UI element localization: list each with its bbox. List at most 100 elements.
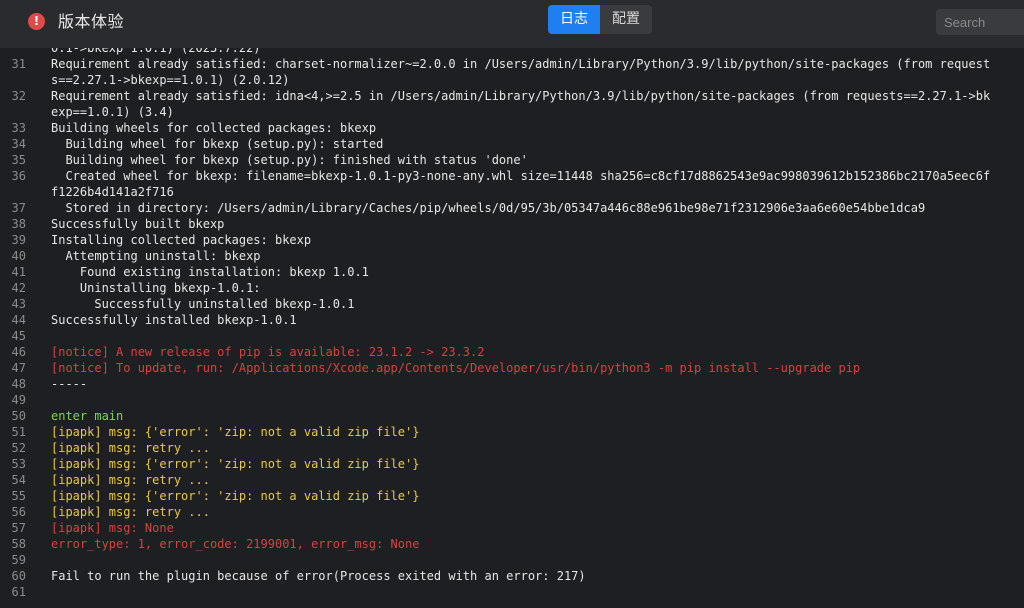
log-text: Building wheels for collected packages: … <box>51 121 377 135</box>
tab-config[interactable]: 配置 <box>600 5 652 34</box>
log-line: 35 Building wheel for bkexp (setup.py): … <box>0 152 1024 168</box>
line-number: 31 <box>11 57 26 71</box>
log-text: ----- <box>51 377 88 391</box>
log-line: 53 [ipapk] msg: {'error': 'zip: not a val… <box>0 456 1024 472</box>
line-number: 43 <box>11 297 26 311</box>
log-text: [ipapk] msg: retry ... <box>51 441 210 455</box>
log-line: 40 Attempting uninstall: bkexp <box>0 248 1024 264</box>
log-text: [ipapk] msg: {'error': 'zip: not a valid… <box>51 489 420 503</box>
log-line: 55 [ipapk] msg: {'error': 'zip: not a val… <box>0 488 1024 504</box>
log-text: Found existing installation: bkexp 1.0.1 <box>51 265 369 279</box>
line-number: 57 <box>11 521 26 535</box>
log-text: Requirement already satisfied: charset-n… <box>51 57 991 87</box>
log-text: Requirement already satisfied: idna<4,>=… <box>51 89 991 119</box>
log-text: Building wheel for bkexp (setup.py): fin… <box>51 153 528 167</box>
log-line: 45 <box>0 328 1024 344</box>
line-number: 58 <box>11 537 26 551</box>
tab-log[interactable]: 日志 <box>548 5 600 34</box>
title-bar: ! 版本体验 日志 配置 <box>0 0 1024 48</box>
log-text: [ipapk] msg: None <box>51 521 174 535</box>
log-text: [notice] A new release of pip is availab… <box>51 345 485 359</box>
log-text: 0.1->bkexp 1.0.1) (2023.7.22) <box>51 48 261 55</box>
line-number: 36 <box>11 169 26 183</box>
log-line: 48 ----- <box>0 376 1024 392</box>
log-line: 58 error_type: 1, error_code: 2199001, er… <box>0 536 1024 552</box>
log-text: Building wheel for bkexp (setup.py): sta… <box>51 137 384 151</box>
log-line: 51 [ipapk] msg: {'error': 'zip: not a val… <box>0 424 1024 440</box>
line-number: 59 <box>11 553 26 567</box>
log-text: [ipapk] msg: {'error': 'zip: not a valid… <box>51 425 420 439</box>
line-number: 35 <box>11 153 26 167</box>
log-line: 54 [ipapk] msg: retry ... <box>0 472 1024 488</box>
log-line: 41 Found existing installation: bkexp 1.… <box>0 264 1024 280</box>
log-line: 43 Successfully uninstalled bkexp-1.0.1 <box>0 296 1024 312</box>
line-number: 40 <box>11 249 26 263</box>
log-line: 47 [notice] To update, run: /Applications… <box>0 360 1024 376</box>
log-lines: 0.1->bkexp 1.0.1) (2023.7.22) 31 Requireme… <box>0 48 1024 600</box>
log-line: 39 Installing collected packages: bkexp <box>0 232 1024 248</box>
line-number: 37 <box>11 201 26 215</box>
log-line: 42 Uninstalling bkexp-1.0.1: <box>0 280 1024 296</box>
line-number: 55 <box>11 489 26 503</box>
line-number: 50 <box>11 409 26 423</box>
line-number: 60 <box>11 569 26 583</box>
line-number: 34 <box>11 137 26 151</box>
line-number: 51 <box>11 425 26 439</box>
log-line: 33 Building wheels for collected packages… <box>0 120 1024 136</box>
log-text: Stored in directory: /Users/admin/Librar… <box>51 201 926 215</box>
log-line: 50 enter main <box>0 408 1024 424</box>
line-number: 33 <box>11 121 26 135</box>
log-text: Successfully built bkexp <box>51 217 225 231</box>
log-line: 52 [ipapk] msg: retry ... <box>0 440 1024 456</box>
search-input[interactable] <box>936 9 1024 35</box>
log-line: 32 Requirement already satisfied: idna<4,… <box>0 88 1024 120</box>
line-number: 47 <box>11 361 26 375</box>
log-line: 34 Building wheel for bkexp (setup.py): … <box>0 136 1024 152</box>
log-line: 37 Stored in directory: /Users/admin/Lib… <box>0 200 1024 216</box>
line-number: 54 <box>11 473 26 487</box>
log-text: enter main <box>51 409 124 423</box>
line-number: 56 <box>11 505 26 519</box>
line-number: 44 <box>11 313 26 327</box>
log-text: Installing collected packages: bkexp <box>51 233 312 247</box>
line-number <box>0 48 26 56</box>
log-line: 60 Fail to run the plugin because of erro… <box>0 568 1024 584</box>
app-title: 版本体验 <box>58 12 125 31</box>
line-number: 48 <box>11 377 26 391</box>
log-text: [ipapk] msg: retry ... <box>51 505 210 519</box>
line-number: 53 <box>11 457 26 471</box>
log-text: Successfully installed bkexp-1.0.1 <box>51 313 297 327</box>
log-panel[interactable]: 0.1->bkexp 1.0.1) (2023.7.22) 31 Requireme… <box>0 48 1024 608</box>
log-line: 31 Requirement already satisfied: charset… <box>0 56 1024 88</box>
line-number: 52 <box>11 441 26 455</box>
exclamation-circle-icon: ! <box>28 13 45 30</box>
log-text: Fail to run the plugin because of error(… <box>51 569 586 583</box>
line-number: 49 <box>11 393 26 407</box>
line-number: 39 <box>11 233 26 247</box>
log-text: [notice] To update, run: /Applications/X… <box>51 361 861 375</box>
log-line: 61 <box>0 584 1024 600</box>
log-line: 59 <box>0 552 1024 568</box>
line-number: 46 <box>11 345 26 359</box>
line-number: 38 <box>11 217 26 231</box>
log-line: 56 [ipapk] msg: retry ... <box>0 504 1024 520</box>
log-text: Attempting uninstall: bkexp <box>51 249 261 263</box>
log-line: 49 <box>0 392 1024 408</box>
line-number: 42 <box>11 281 26 295</box>
line-number: 61 <box>11 585 26 599</box>
log-line: 38 Successfully built bkexp <box>0 216 1024 232</box>
line-number: 41 <box>11 265 26 279</box>
log-text: [ipapk] msg: retry ... <box>51 473 210 487</box>
log-text: Uninstalling bkexp-1.0.1: <box>51 281 261 295</box>
log-text: [ipapk] msg: {'error': 'zip: not a valid… <box>51 457 420 471</box>
log-line: 44 Successfully installed bkexp-1.0.1 <box>0 312 1024 328</box>
log-text: Successfully uninstalled bkexp-1.0.1 <box>51 297 355 311</box>
view-tabs: 日志 配置 <box>548 5 652 34</box>
log-text: error_type: 1, error_code: 2199001, erro… <box>51 537 420 551</box>
log-line: 46 [notice] A new release of pip is avail… <box>0 344 1024 360</box>
log-line: 36 Created wheel for bkexp: filename=bke… <box>0 168 1024 200</box>
